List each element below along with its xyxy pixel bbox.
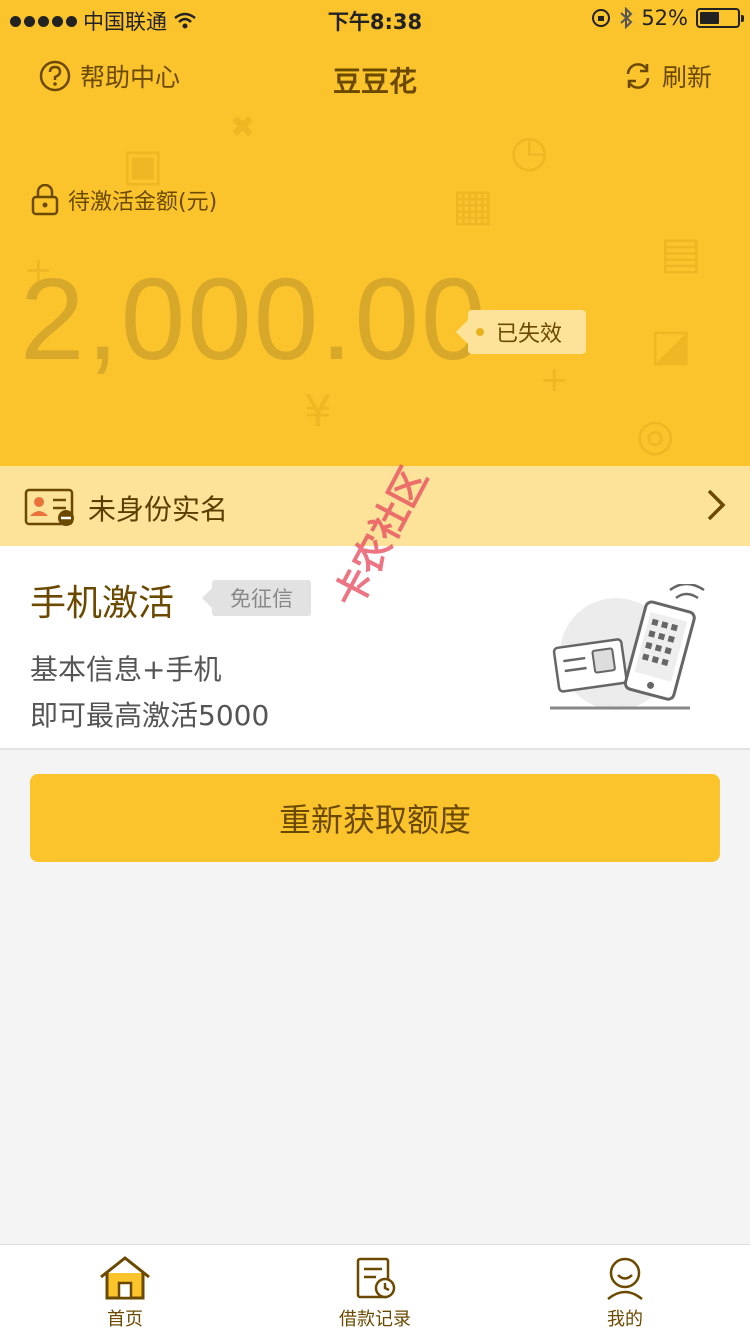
calculator-deco-icon: ▦: [452, 180, 494, 231]
tab-loan-records-label: 借款记录: [339, 1309, 411, 1330]
id-card-icon: [24, 488, 74, 526]
refresh-button[interactable]: 刷新: [622, 58, 712, 94]
pending-amount-value: 2,000.00: [20, 254, 488, 384]
tab-profile-label: 我的: [607, 1309, 643, 1330]
profile-icon: [607, 1257, 643, 1300]
expired-badge: 已失效: [456, 310, 586, 354]
tab-loan-records[interactable]: 借款记录: [250, 1245, 500, 1334]
header-area: ✖ ◷ ▣ ▦ ▤ + ◪ + ¥ ◎ 中国联通 下午8:38 52% 帮助中心…: [0, 0, 750, 466]
calendar-deco-icon: ▤: [660, 228, 702, 279]
activation-desc-line2: 即可最高激活5000: [30, 699, 270, 732]
chevron-right-icon: [707, 489, 726, 521]
chart-deco-icon: ◪: [650, 320, 692, 371]
pending-amount-label: 待激活金额(元): [30, 184, 217, 216]
identity-label: 未身份实名: [88, 493, 229, 526]
bluetooth-icon: [620, 7, 633, 29]
nav-bar: 帮助中心 豆豆花 刷新: [0, 50, 750, 106]
battery-percent: 52%: [641, 6, 688, 30]
lock-icon: [31, 184, 59, 216]
yen-deco-icon: ¥: [304, 386, 332, 437]
expired-dot: [476, 328, 484, 336]
refresh-label: 刷新: [661, 63, 712, 92]
tab-bar: 首页 借款记录 我的: [0, 1244, 750, 1334]
cross-deco-icon: ✖: [230, 110, 256, 145]
loan-record-icon: [356, 1257, 396, 1299]
pending-amount-text: 待激活金额(元): [68, 190, 218, 215]
phone-activation-illustration-icon: [550, 584, 705, 710]
clock-deco-icon: ◷: [510, 126, 549, 177]
activation-desc-line1: 基本信息+手机: [30, 653, 222, 686]
status-bar: 中国联通 下午8:38 52%: [0, 0, 750, 40]
rotation-lock-icon: [592, 9, 611, 27]
activation-title: 手机激活: [30, 583, 175, 624]
coins-deco-icon: ◎: [636, 410, 675, 461]
no-credit-badge: 免征信: [202, 580, 311, 616]
refresh-icon: [626, 63, 650, 89]
home-icon: [100, 1256, 150, 1300]
battery-icon: [696, 8, 744, 28]
tab-home[interactable]: 首页: [0, 1245, 250, 1334]
plus-deco-icon-2: +: [540, 360, 569, 400]
expired-text: 已失效: [496, 322, 563, 347]
reacquire-credit-button[interactable]: 重新获取额度: [30, 774, 720, 862]
tab-home-label: 首页: [107, 1309, 143, 1330]
tab-profile[interactable]: 我的: [500, 1245, 750, 1334]
